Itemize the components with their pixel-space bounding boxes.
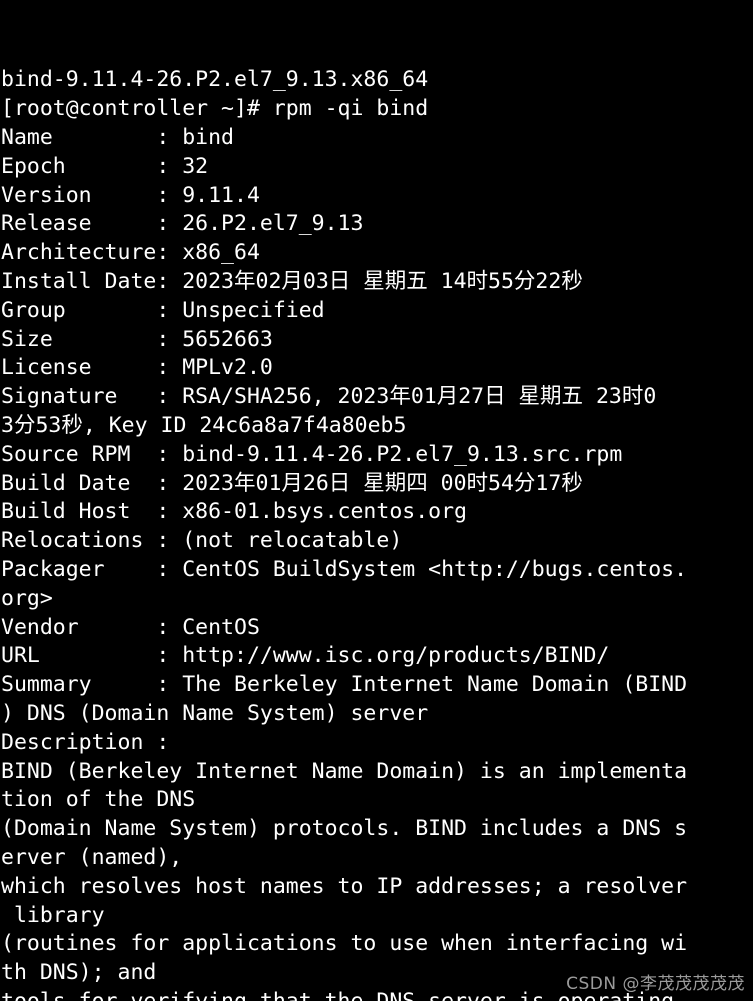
terminal-line: BIND (Berkeley Internet Name Domain) is … (1, 758, 688, 784)
terminal-line: 3分53秒, Key ID 24c6a8a7f4a80eb5 (1, 412, 407, 438)
terminal-line: erver (named), (1, 844, 183, 870)
terminal-line: Install Date: 2023年02月03日 星期五 14时55分22秒 (1, 268, 583, 294)
terminal-line: Vendor : CentOS (1, 614, 260, 640)
terminal-line: (routines for applications to use when i… (1, 931, 688, 957)
terminal-line: Source RPM : bind-9.11.4-26.P2.el7_9.13.… (1, 441, 623, 467)
csdn-watermark: CSDN @李茂茂茂茂茂 (566, 974, 745, 994)
terminal-line: Epoch : 32 (1, 153, 209, 179)
terminal-line: Signature : RSA/SHA256, 2023年01月27日 星期五 … (1, 384, 657, 410)
terminal-line: tion of the DNS (1, 787, 196, 813)
terminal-line: library (1, 902, 105, 928)
terminal-line: [root@controller ~]# rpm -qi bind (1, 96, 429, 122)
terminal-line: ) DNS (Domain Name System) server (1, 700, 429, 726)
terminal-line: Group : Unspecified (1, 297, 325, 323)
terminal-line: Version : 9.11.4 (1, 182, 260, 208)
terminal-output-area: bind-9.11.4-26.P2.el7_9.13.x86_64 [root@c… (0, 0, 753, 1001)
terminal-window[interactable]: bind-9.11.4-26.P2.el7_9.13.x86_64 [root@c… (0, 0, 753, 1001)
terminal-line: Relocations : (not relocatable) (1, 528, 403, 554)
terminal-line: Packager : CentOS BuildSystem <http://bu… (1, 556, 688, 582)
terminal-line: bind-9.11.4-26.P2.el7_9.13.x86_64 (1, 67, 429, 93)
terminal-line: Build Host : x86-01.bsys.centos.org (1, 499, 467, 525)
terminal-line: Name : bind (1, 124, 234, 150)
terminal-line: which resolves host names to IP addresse… (1, 873, 688, 899)
terminal-line: Architecture: x86_64 (1, 240, 260, 266)
terminal-line: (Domain Name System) protocols. BIND inc… (1, 816, 688, 842)
terminal-line: URL : http://www.isc.org/products/BIND/ (1, 643, 610, 669)
terminal-line: Size : 5652663 (1, 326, 273, 352)
terminal-line: Build Date : 2023年01月26日 星期四 00时54分17秒 (1, 470, 583, 496)
terminal-line: Summary : The Berkeley Internet Name Dom… (1, 672, 688, 698)
terminal-line: Release : 26.P2.el7_9.13 (1, 211, 364, 237)
terminal-line: org> (1, 585, 53, 611)
terminal-line: Description : (1, 729, 170, 755)
terminal-line: License : MPLv2.0 (1, 355, 273, 381)
